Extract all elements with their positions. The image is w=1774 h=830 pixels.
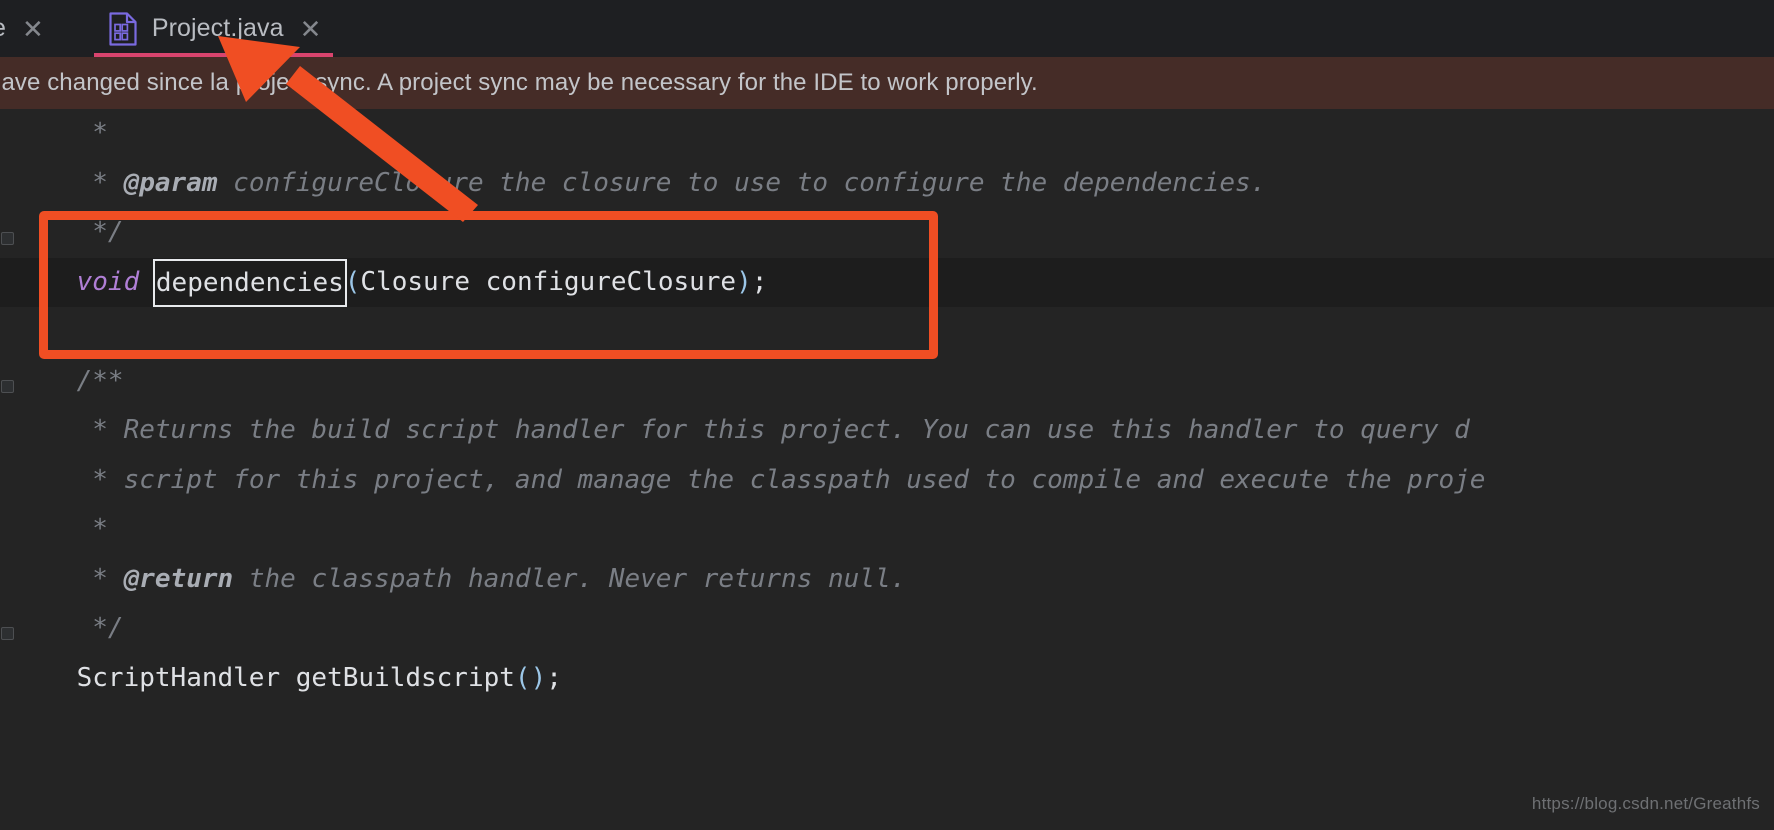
code-line[interactable]: ScriptHandler getBuildscript(); — [0, 654, 1774, 704]
code-token: Closure configureClosure — [360, 266, 737, 297]
notification-text: have changed since la project sync. A pr… — [0, 69, 1038, 96]
code-token: @param — [123, 167, 218, 198]
code-token: * — [92, 118, 108, 148]
code-line[interactable]: void dependencies(Closure configureClosu… — [0, 257, 1774, 307]
code-editor[interactable]: * * @param configureClosure the closure … — [0, 109, 1774, 830]
code-line[interactable]: * @return the classpath handler. Never r… — [0, 555, 1774, 605]
code-token: * Returns the build script handler for t… — [92, 415, 1470, 445]
code-line[interactable]: */ — [0, 208, 1774, 258]
code-token: * script for this project, and manage th… — [92, 464, 1486, 495]
code-token: @return — [123, 563, 234, 594]
code-token: * — [92, 563, 124, 594]
code-line[interactable]: /** — [0, 357, 1774, 407]
code-token: */ — [92, 217, 124, 247]
code-token: /** — [76, 365, 124, 396]
tab-clipped-previous-file[interactable]: e ✕ — [0, 0, 58, 57]
code-token: * — [92, 167, 124, 198]
code-line[interactable]: * Returns the build script handler for t… — [0, 406, 1774, 456]
project-sync-notification-bar[interactable]: have changed since la project sync. A pr… — [0, 57, 1774, 109]
code-token: configureClosure the closure to use to c… — [217, 167, 1267, 198]
code-token: the classpath handler. Never returns nul… — [233, 563, 907, 594]
close-icon[interactable]: ✕ — [22, 16, 44, 42]
code-line[interactable]: */ — [0, 604, 1774, 654]
ide-window: e ✕ Project.java ✕ have changed since la… — [0, 0, 1774, 830]
editor-tab-bar: e ✕ Project.java ✕ — [0, 0, 1774, 57]
tab-project-java[interactable]: Project.java ✕ — [92, 0, 336, 57]
tab-label: Project.java — [151, 14, 284, 42]
code-content: * * @param configureClosure the closure … — [0, 109, 1774, 703]
close-icon[interactable]: ✕ — [300, 16, 322, 42]
code-line[interactable]: * script for this project, and manage th… — [0, 456, 1774, 506]
code-token: ) — [736, 266, 752, 297]
watermark: https://blog.csdn.net/Greathfs — [1531, 794, 1760, 813]
code-line[interactable]: * — [0, 505, 1774, 555]
code-token: ; — [546, 662, 562, 693]
code-line[interactable]: * @param configureClosure the closure to… — [0, 159, 1774, 209]
selected-identifier[interactable]: dependencies — [152, 258, 347, 307]
code-line[interactable]: * — [0, 109, 1774, 159]
code-token: ScriptHandler getBuildscript — [76, 662, 515, 693]
code-token: void — [76, 266, 140, 297]
code-token: */ — [92, 613, 124, 643]
code-token: ( — [344, 266, 361, 297]
tab-label: e — [0, 14, 6, 43]
code-line[interactable] — [0, 307, 1774, 357]
code-token: () — [514, 662, 547, 693]
code-token: ; — [751, 266, 768, 297]
code-token: * — [92, 514, 108, 544]
java-file-icon — [109, 11, 137, 46]
